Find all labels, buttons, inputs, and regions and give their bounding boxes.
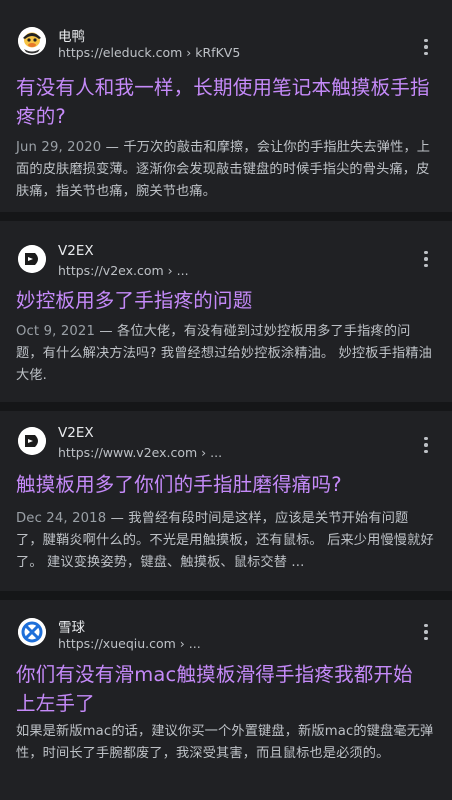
result-snippet: Dec 24, 2018 — 我曾经有段时间是这样，应该是关节开始有问题了，腱鞘… — [16, 508, 434, 574]
more-options-icon[interactable] — [416, 247, 436, 271]
result-snippet: Jun 29, 2020 — 千万次的敲击和摩擦，会让你的手指肚失去弹性，上面的… — [16, 137, 434, 203]
xueqiu-logo-icon — [18, 618, 46, 646]
site-header[interactable]: 电鸭 https://eleduck.com › kRfKV5 — [16, 21, 436, 65]
site-header[interactable]: V2EX https://v2ex.com › ... — [16, 239, 436, 283]
date-separator: — — [106, 511, 129, 526]
site-url: https://v2ex.com › ... — [58, 263, 189, 278]
result-title[interactable]: 有没有人和我一样，长期使用笔记本触摸板手指疼的? — [16, 73, 430, 131]
duck-logo-icon — [18, 27, 46, 55]
site-url: https://xueqiu.com › ... — [58, 636, 201, 651]
site-name: 电鸭 — [58, 29, 85, 45]
site-header[interactable]: 雪球 https://xueqiu.com › ... — [16, 612, 436, 656]
site-name: 雪球 — [58, 620, 85, 636]
more-options-icon[interactable] — [416, 35, 436, 59]
result-divider — [0, 591, 452, 600]
result-snippet: Oct 9, 2021 — 各位大佬，有没有碰到过妙控板用多了手指疼的问题，有什… — [16, 321, 434, 387]
more-options-icon[interactable] — [416, 433, 436, 457]
result-card: 雪球 https://xueqiu.com › ... 你们有没有滑mac触摸板… — [0, 600, 452, 800]
result-card: V2EX https://v2ex.com › ... 妙控板用多了手指疼的问题… — [0, 221, 452, 402]
result-snippet: 如果是新版mac的话，建议你买一个外置键盘，新版mac的键盘毫无弹性，时间长了手… — [16, 721, 434, 765]
site-name: V2EX — [58, 425, 94, 441]
date-separator: — — [94, 324, 118, 339]
site-url: https://www.v2ex.com › ... — [58, 445, 223, 460]
search-results: 电鸭 https://eleduck.com › kRfKV5 有没有人和我一样… — [0, 0, 452, 800]
site-header[interactable]: V2EX https://www.v2ex.com › ... — [16, 421, 436, 465]
result-card: 电鸭 https://eleduck.com › kRfKV5 有没有人和我一样… — [0, 0, 452, 212]
result-divider — [0, 402, 452, 411]
v2ex-logo-icon — [18, 427, 46, 455]
result-date: Jun 29, 2020 — [16, 140, 102, 155]
site-url: https://eleduck.com › kRfKV5 — [58, 45, 241, 60]
snippet-text: 如果是新版mac的话，建议你买一个外置键盘，新版mac的键盘毫无弹性，时间长了手… — [16, 724, 434, 761]
result-card: V2EX https://www.v2ex.com › ... 触摸板用多了你们… — [0, 411, 452, 591]
result-date: Dec 24, 2018 — [16, 511, 107, 526]
result-title[interactable]: 触摸板用多了你们的手指肚磨得痛吗? — [16, 470, 430, 499]
v2ex-logo-icon — [18, 245, 46, 273]
result-date: Oct 9, 2021 — [16, 324, 95, 339]
result-divider — [0, 212, 452, 221]
more-options-icon[interactable] — [416, 620, 436, 644]
result-title[interactable]: 妙控板用多了手指疼的问题 — [16, 286, 430, 315]
site-name: V2EX — [58, 243, 94, 259]
result-title[interactable]: 你们有没有滑mac触摸板滑得手指疼我都开始上左手了 — [16, 660, 430, 718]
date-separator: — — [101, 140, 124, 155]
